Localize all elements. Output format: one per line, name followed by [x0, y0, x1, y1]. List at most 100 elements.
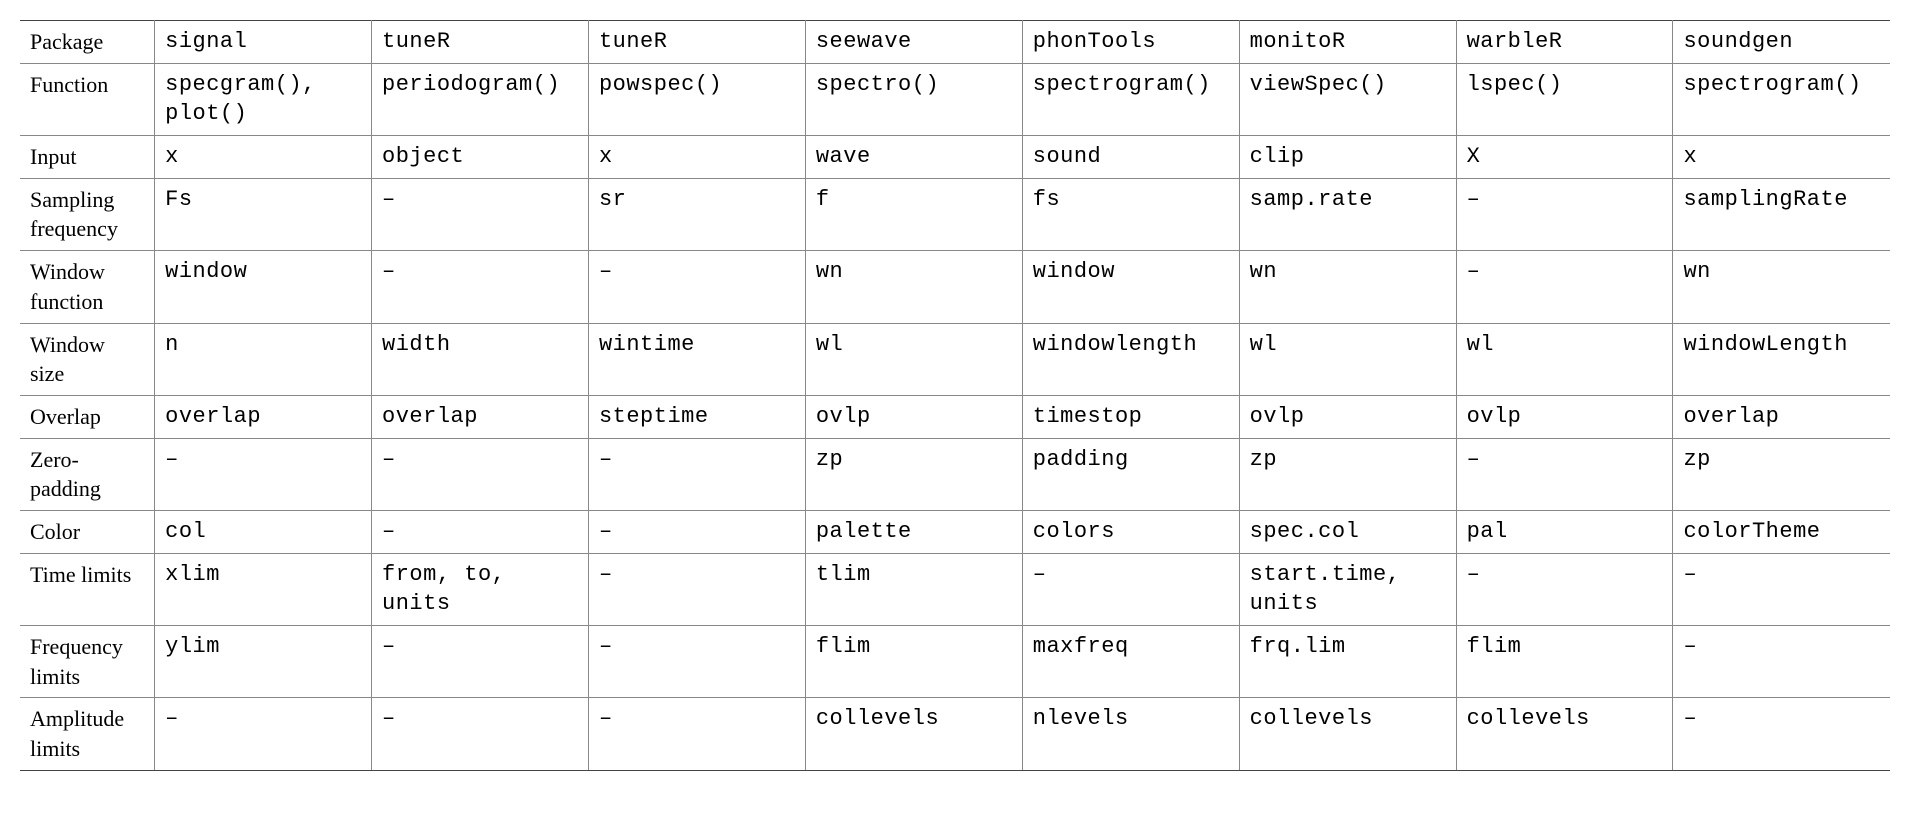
cell: overlap: [1673, 395, 1890, 438]
cell: –: [1673, 553, 1890, 625]
cell: –: [588, 251, 805, 323]
cell: –: [155, 698, 372, 770]
table-row: Sampling frequencyFs–srffssamp.rate–samp…: [20, 178, 1890, 250]
cell: –: [588, 698, 805, 770]
cell: wave: [805, 136, 1022, 179]
cell: –: [1673, 626, 1890, 698]
cell: samplingRate: [1673, 178, 1890, 250]
cell: wn: [1239, 251, 1456, 323]
row-header: Function: [20, 63, 155, 135]
cell: –: [1456, 251, 1673, 323]
cell: –: [588, 438, 805, 510]
cell: windowLength: [1673, 323, 1890, 395]
cell: colors: [1022, 510, 1239, 553]
cell: wl: [805, 323, 1022, 395]
cell: from, to, units: [372, 553, 589, 625]
table-row: Window sizenwidthwintimewlwindowlengthwl…: [20, 323, 1890, 395]
cell: ovlp: [1456, 395, 1673, 438]
cell: –: [1022, 553, 1239, 625]
cell: seewave: [805, 21, 1022, 64]
cell: tlim: [805, 553, 1022, 625]
cell: sound: [1022, 136, 1239, 179]
table-row: Colorcol––palettecolorsspec.colpalcolorT…: [20, 510, 1890, 553]
cell: maxfreq: [1022, 626, 1239, 698]
cell: –: [372, 251, 589, 323]
cell: palette: [805, 510, 1022, 553]
cell: –: [372, 510, 589, 553]
cell: –: [1673, 698, 1890, 770]
cell: –: [1456, 178, 1673, 250]
cell: width: [372, 323, 589, 395]
cell: –: [1456, 438, 1673, 510]
cell: xlim: [155, 553, 372, 625]
cell: timestop: [1022, 395, 1239, 438]
cell: X: [1456, 136, 1673, 179]
cell: spectro(): [805, 63, 1022, 135]
table-row: PackagesignaltuneRtuneRseewavephonToolsm…: [20, 21, 1890, 64]
cell: zp: [1673, 438, 1890, 510]
cell: x: [588, 136, 805, 179]
cell: zp: [805, 438, 1022, 510]
cell: –: [588, 626, 805, 698]
cell: samp.rate: [1239, 178, 1456, 250]
cell: wn: [1673, 251, 1890, 323]
cell: nlevels: [1022, 698, 1239, 770]
cell: periodogram(): [372, 63, 589, 135]
cell: overlap: [155, 395, 372, 438]
table-row: Window functionwindow––wnwindowwn–wn: [20, 251, 1890, 323]
cell: phonTools: [1022, 21, 1239, 64]
table-row: Frequency limitsylim––flimmaxfreqfrq.lim…: [20, 626, 1890, 698]
cell: zp: [1239, 438, 1456, 510]
cell: Fs: [155, 178, 372, 250]
row-header: Zero-padding: [20, 438, 155, 510]
cell: sr: [588, 178, 805, 250]
cell: ovlp: [805, 395, 1022, 438]
table-row: Functionspecgram(), plot()periodogram()p…: [20, 63, 1890, 135]
cell: spectrogram(): [1022, 63, 1239, 135]
cell: window: [1022, 251, 1239, 323]
row-header: Overlap: [20, 395, 155, 438]
table-body: PackagesignaltuneRtuneRseewavephonToolsm…: [20, 21, 1890, 771]
cell: wl: [1456, 323, 1673, 395]
cell: powspec(): [588, 63, 805, 135]
cell: monitoR: [1239, 21, 1456, 64]
cell: x: [155, 136, 372, 179]
cell: –: [372, 698, 589, 770]
cell: specgram(), plot(): [155, 63, 372, 135]
cell: frq.lim: [1239, 626, 1456, 698]
row-header: Color: [20, 510, 155, 553]
cell: f: [805, 178, 1022, 250]
comparison-table: PackagesignaltuneRtuneRseewavephonToolsm…: [20, 20, 1890, 771]
cell: warbleR: [1456, 21, 1673, 64]
table-row: InputxobjectxwavesoundclipXx: [20, 136, 1890, 179]
cell: windowlength: [1022, 323, 1239, 395]
cell: ylim: [155, 626, 372, 698]
cell: wn: [805, 251, 1022, 323]
cell: viewSpec(): [1239, 63, 1456, 135]
row-header: Sampling frequency: [20, 178, 155, 250]
table-row: Amplitude limits–––collevelsnlevelscolle…: [20, 698, 1890, 770]
table-row: Zero-padding–––zppaddingzp–zp: [20, 438, 1890, 510]
cell: collevels: [805, 698, 1022, 770]
cell: flim: [1456, 626, 1673, 698]
table-row: Overlapoverlapoverlapsteptimeovlptimesto…: [20, 395, 1890, 438]
cell: –: [372, 178, 589, 250]
cell: start.time, units: [1239, 553, 1456, 625]
row-header: Package: [20, 21, 155, 64]
cell: padding: [1022, 438, 1239, 510]
row-header: Window function: [20, 251, 155, 323]
cell: colorTheme: [1673, 510, 1890, 553]
cell: fs: [1022, 178, 1239, 250]
cell: –: [1456, 553, 1673, 625]
cell: window: [155, 251, 372, 323]
cell: –: [588, 510, 805, 553]
cell: flim: [805, 626, 1022, 698]
row-header: Time limits: [20, 553, 155, 625]
cell: soundgen: [1673, 21, 1890, 64]
cell: spectrogram(): [1673, 63, 1890, 135]
cell: lspec(): [1456, 63, 1673, 135]
cell: pal: [1456, 510, 1673, 553]
row-header: Frequency limits: [20, 626, 155, 698]
cell: n: [155, 323, 372, 395]
cell: tuneR: [588, 21, 805, 64]
